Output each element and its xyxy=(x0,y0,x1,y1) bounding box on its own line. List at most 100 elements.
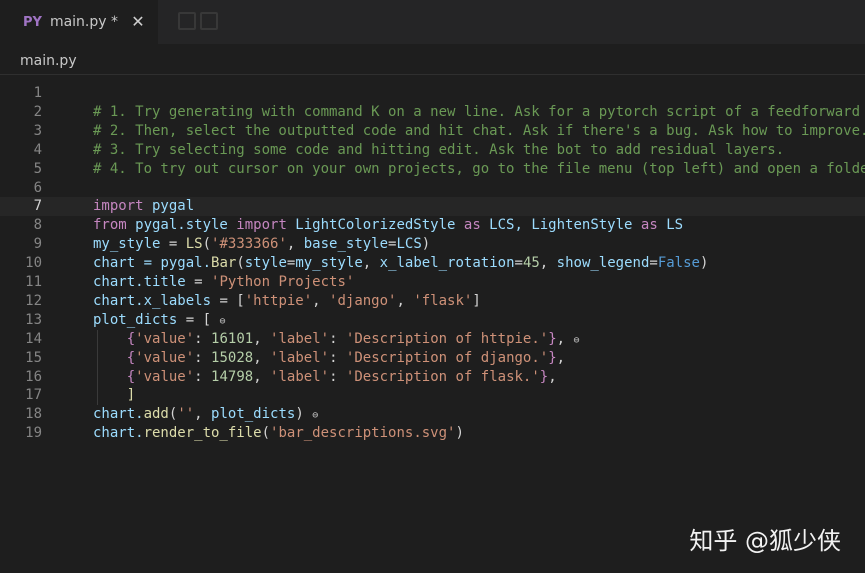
code-token: , xyxy=(253,331,271,347)
fold-icon[interactable]: ⊖ xyxy=(312,410,318,421)
code-token: : xyxy=(194,331,212,347)
code-token: : xyxy=(329,350,346,366)
code-token: 45 xyxy=(522,255,540,271)
code-token: my_style xyxy=(93,236,161,252)
code-token: chart. xyxy=(93,406,144,422)
line-number: 15 xyxy=(25,350,42,366)
code-token: ) xyxy=(455,425,464,441)
code-text: chart.render_to_file('bar_descriptions.s… xyxy=(93,424,464,443)
line-number: 5 xyxy=(33,161,42,177)
code-token: my_style xyxy=(295,255,363,271)
breadcrumb: main.py xyxy=(0,44,865,75)
code-line[interactable]: 1 xyxy=(0,84,865,103)
line-number: 13 xyxy=(25,312,42,328)
code-token: = xyxy=(649,255,658,271)
code-token: 'django' xyxy=(329,293,397,309)
code-line[interactable]: 10 chart = pygal.Bar(style = my_style, x_la… xyxy=(0,254,865,273)
code-token: plot_dicts xyxy=(93,312,178,328)
line-number: 12 xyxy=(25,293,42,309)
line-number: 19 xyxy=(25,425,42,441)
code-token: plot_dicts xyxy=(211,406,296,422)
code-token: = xyxy=(514,255,523,271)
code-token: , xyxy=(362,255,380,271)
code-token: 'label' xyxy=(270,369,330,385)
code-line[interactable]: 14 {'value': 16101, 'label': 'Descriptio… xyxy=(0,330,865,349)
code-editor[interactable]: 1 2 # 1. Try generating with command K on … xyxy=(0,84,865,444)
code-token: ) xyxy=(699,255,709,271)
tab-main-py[interactable]: PY main.py * ✕ xyxy=(0,0,158,44)
line-number: 1 xyxy=(33,85,42,101)
code-token: base_style xyxy=(303,236,389,252)
line-number: 6 xyxy=(33,180,42,196)
code-token: # 4. To try out cursor on your own proje… xyxy=(93,161,865,177)
code-line[interactable]: 11 chart.title = 'Python Projects' xyxy=(0,273,865,292)
code-line[interactable]: 6 xyxy=(0,179,865,198)
code-line[interactable]: 16 {'value': 14798, 'label': 'Descriptio… xyxy=(0,368,865,387)
code-line[interactable]: 18 chart.add('', plot_dicts) ⊖ xyxy=(0,405,865,424)
tab-label: main.py * xyxy=(49,14,119,30)
code-token: LCS, LightenStyle xyxy=(480,217,641,233)
code-line[interactable]: 5 # 4. To try out cursor on your own proj… xyxy=(0,160,865,179)
code-line[interactable]: 13 plot_dicts = [ ⊖ xyxy=(0,311,865,330)
code-token: = pygal. xyxy=(135,255,212,271)
code-line[interactable]: 2 # 1. Try generating with command K on a… xyxy=(0,103,865,122)
code-token: Bar xyxy=(211,255,237,271)
code-token: LightColorizedStyle xyxy=(286,217,464,233)
code-line[interactable]: 12 chart.x_labels = ['httpie', 'django', … xyxy=(0,292,865,311)
code-token: 'value' xyxy=(135,331,195,347)
code-token: import xyxy=(236,217,287,233)
code-line[interactable]: 8 from pygal.style import LightColorizedS… xyxy=(0,216,865,235)
code-token: '#333366' xyxy=(211,236,287,252)
breadcrumb-file[interactable]: main.py xyxy=(20,53,77,69)
fold-icon[interactable]: ⊖ xyxy=(574,335,580,346)
code-token: ] xyxy=(472,293,481,309)
code-token: chart. xyxy=(93,425,144,441)
code-token: } xyxy=(548,350,557,366)
code-token: as xyxy=(463,217,481,233)
code-token: ( xyxy=(202,236,212,252)
code-text: # 1. Try generating with command K on a … xyxy=(93,103,865,122)
fold-icon[interactable]: ⊖ xyxy=(219,316,225,327)
code-token: add xyxy=(143,406,169,422)
code-token: 'value' xyxy=(135,369,195,385)
code-token: = [ xyxy=(177,312,220,328)
code-line[interactable]: 4 # 3. Try selecting some code and hittin… xyxy=(0,141,865,160)
code-line[interactable]: 15 {'value': 15028, 'label': 'Descriptio… xyxy=(0,349,865,368)
code-token: 16101 xyxy=(211,331,254,347)
code-token: LS xyxy=(185,236,203,252)
layout-icon[interactable] xyxy=(200,12,218,30)
line-number: 8 xyxy=(33,217,42,233)
code-token: { xyxy=(93,369,136,385)
code-token: , xyxy=(312,293,330,309)
code-token: 'Description of httpie.' xyxy=(345,331,549,347)
code-token: { xyxy=(93,331,136,347)
code-token: , xyxy=(253,369,271,385)
code-line[interactable]: 17 ] xyxy=(0,386,865,405)
code-token: = xyxy=(160,236,186,252)
code-token: 'flask' xyxy=(413,293,473,309)
code-token: , xyxy=(286,236,304,252)
code-token: 'bar_descriptions.svg' xyxy=(270,425,456,441)
code-text: my_style = LS('#333366', base_style=LCS) xyxy=(93,235,430,254)
code-token: 'label' xyxy=(270,350,330,366)
code-token: 'value' xyxy=(135,350,195,366)
close-icon[interactable]: ✕ xyxy=(128,11,148,31)
split-editor-icon[interactable] xyxy=(178,12,196,30)
code-token: , xyxy=(556,350,566,366)
code-token: x_label_rotation xyxy=(379,255,515,271)
code-text: {'value': 16101, 'label': 'Description o… xyxy=(93,330,580,350)
code-text: import pygal xyxy=(93,197,194,216)
python-file-icon: PY xyxy=(23,14,42,30)
code-token: pygal xyxy=(143,198,195,214)
code-token: { xyxy=(93,350,136,366)
code-token: from xyxy=(93,217,127,233)
code-line[interactable]: 19 chart.render_to_file('bar_descriptions… xyxy=(0,424,865,443)
line-number: 7 xyxy=(33,198,42,214)
code-line[interactable]: 9 my_style = LS('#333366', base_style=LCS… xyxy=(0,235,865,254)
code-line[interactable]: 7 import pygal xyxy=(0,197,865,216)
code-text: chart.x_labels = ['httpie', 'django', 'f… xyxy=(93,292,481,311)
code-text: # 4. To try out cursor on your own proje… xyxy=(93,160,865,179)
code-line[interactable]: 3 # 2. Then, select the outputted code an… xyxy=(0,122,865,141)
code-token: , xyxy=(539,255,557,271)
code-text: # 2. Then, select the outputted code and… xyxy=(93,122,865,141)
